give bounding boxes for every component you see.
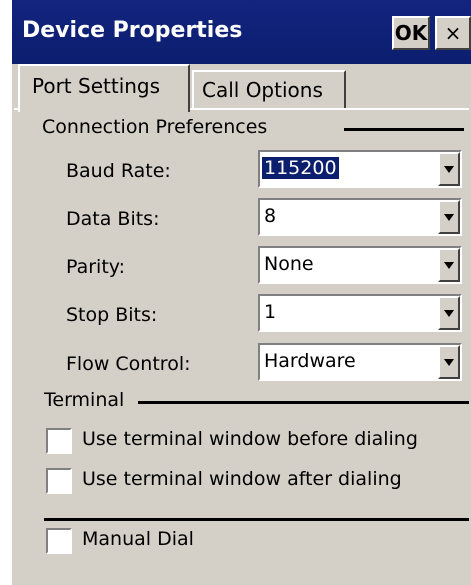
terminal-before-label: Use terminal window before dialing (82, 428, 418, 450)
manual-dial-label: Manual Dial (82, 528, 194, 550)
stop-bits-select[interactable]: 1 (258, 294, 462, 332)
terminal-after-label: Use terminal window after dialing (82, 468, 402, 490)
terminal-divider (138, 401, 469, 404)
port-settings-panel: Connection Preferences Baud Rate: 115200… (14, 108, 469, 583)
stop-bits-value: 1 (264, 301, 277, 323)
tab-call-options[interactable]: Call Options (192, 70, 346, 110)
connection-preferences-label: Connection Preferences (42, 116, 268, 138)
baud-rate-label: Baud Rate: (66, 160, 171, 182)
chevron-down-icon[interactable] (438, 152, 460, 186)
baud-rate-select[interactable]: 115200 (258, 150, 462, 188)
group-divider (344, 128, 464, 131)
parity-value: None (264, 253, 314, 275)
parity-select[interactable]: None (258, 246, 462, 284)
data-bits-label: Data Bits: (66, 208, 160, 230)
tab-port-settings[interactable]: Port Settings (18, 64, 190, 112)
chevron-down-icon[interactable] (438, 248, 460, 282)
ok-button[interactable]: OK (392, 16, 430, 50)
terminal-after-checkbox[interactable] (46, 468, 72, 494)
title-bar: Device Properties OK × (12, 0, 471, 64)
parity-label: Parity: (66, 256, 126, 278)
data-bits-value: 8 (264, 205, 277, 227)
manual-dial-divider (44, 518, 469, 521)
close-button[interactable]: × (435, 16, 471, 50)
manual-dial-checkbox[interactable] (46, 528, 72, 554)
device-properties-window: Device Properties OK × Port Settings Cal… (10, 0, 471, 585)
terminal-before-checkbox[interactable] (46, 428, 72, 454)
flow-control-label: Flow Control: (66, 353, 191, 375)
flow-control-select[interactable]: Hardware (258, 343, 462, 381)
data-bits-select[interactable]: 8 (258, 198, 462, 236)
stop-bits-label: Stop Bits: (66, 304, 158, 326)
baud-rate-value: 115200 (262, 157, 339, 179)
terminal-group-label: Terminal (44, 389, 125, 411)
chevron-down-icon[interactable] (438, 345, 460, 379)
chevron-down-icon[interactable] (438, 296, 460, 330)
window-title: Device Properties (22, 18, 243, 43)
chevron-down-icon[interactable] (438, 200, 460, 234)
flow-control-value: Hardware (264, 350, 356, 372)
